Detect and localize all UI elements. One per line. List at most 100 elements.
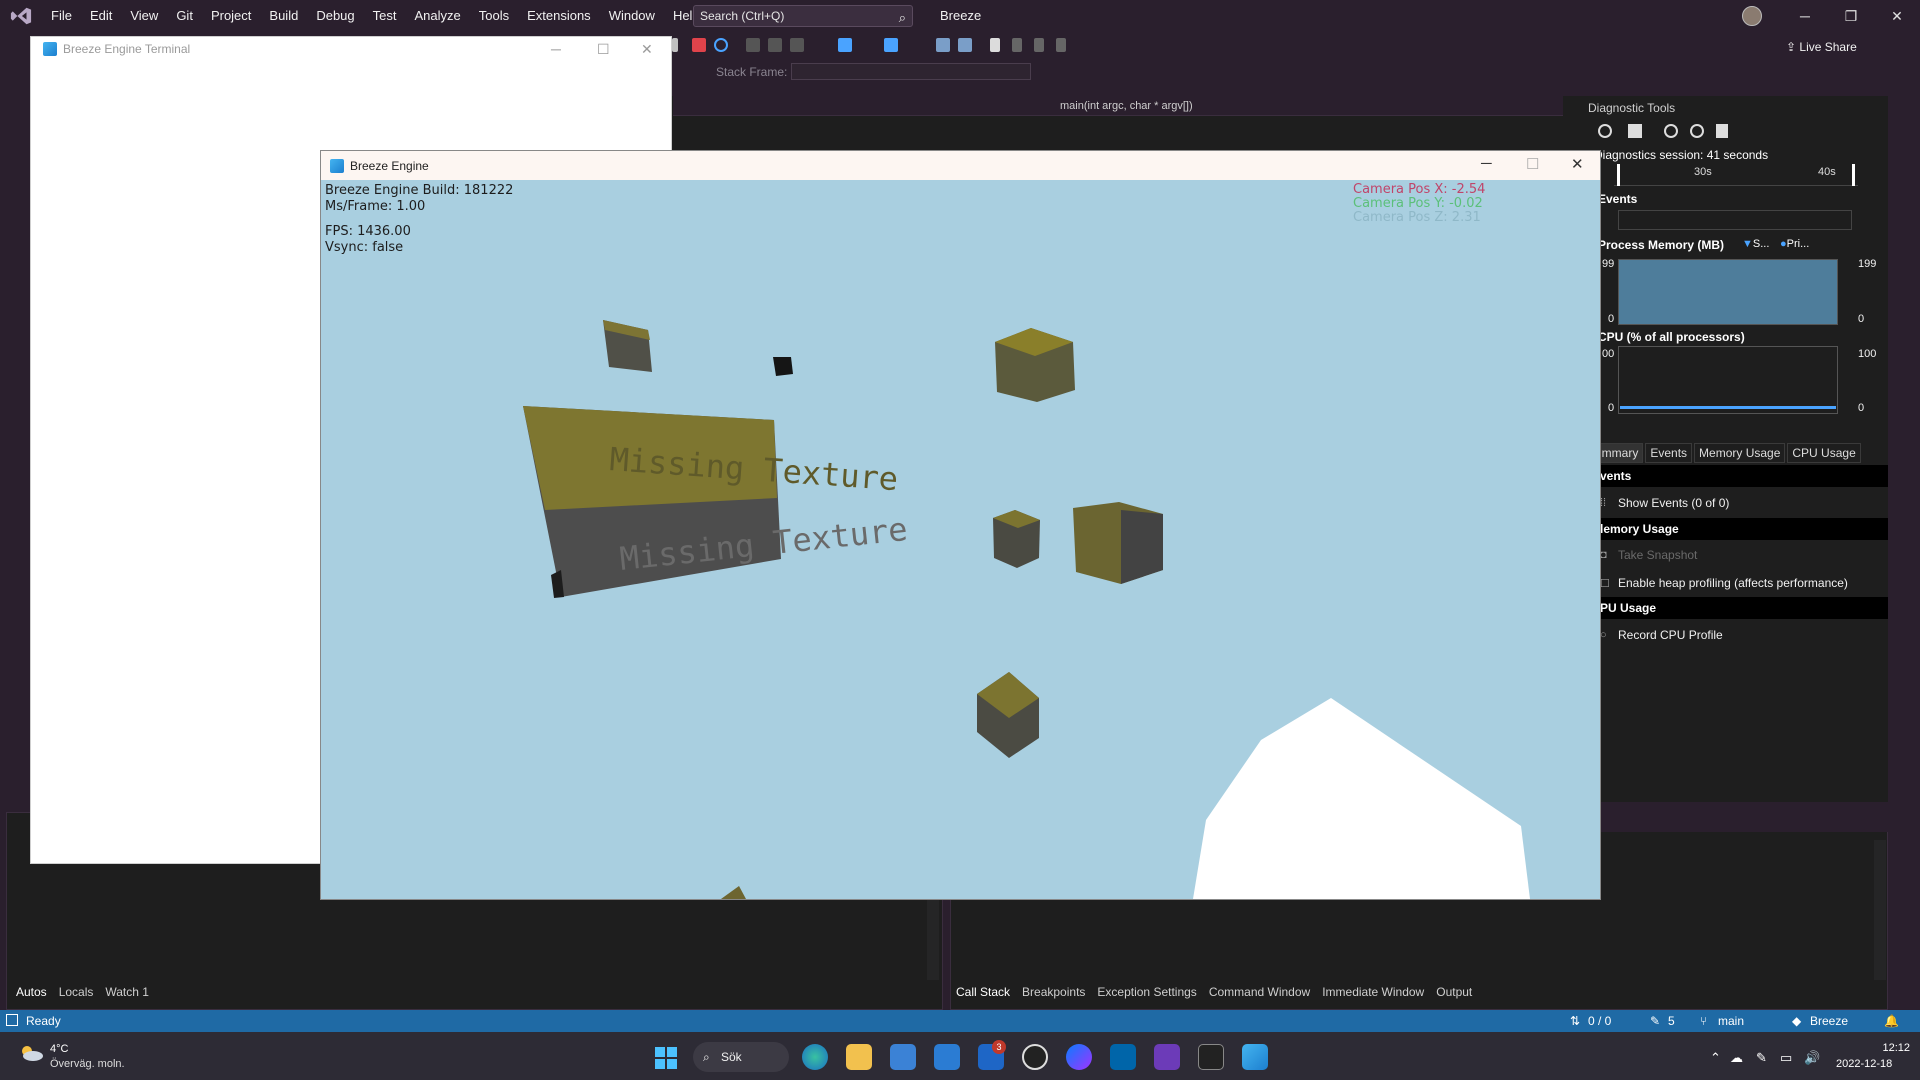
timeline-left-handle[interactable] xyxy=(1617,164,1620,186)
engine-window[interactable]: Breeze Engine ─ ☐ ✕ Missing Texture Miss… xyxy=(320,150,1601,900)
step-out-icon[interactable] xyxy=(790,38,804,52)
tab-watch-1[interactable]: Watch 1 xyxy=(99,985,155,999)
menu-build[interactable]: Build xyxy=(260,0,307,32)
take-snapshot-button[interactable]: Take Snapshot xyxy=(1618,548,1697,562)
checkbox-icon[interactable]: ☐ xyxy=(1600,577,1610,590)
menu-edit[interactable]: Edit xyxy=(81,0,121,32)
zoom-in-icon[interactable] xyxy=(1664,124,1678,138)
reset-view-icon[interactable] xyxy=(1716,124,1728,138)
menu-extensions[interactable]: Extensions xyxy=(518,0,600,32)
menu-debug[interactable]: Debug xyxy=(307,0,363,32)
menu-view[interactable]: View xyxy=(121,0,167,32)
vs-restore-button[interactable]: ❐ xyxy=(1836,4,1866,28)
restart-icon[interactable] xyxy=(714,38,728,52)
onedrive-icon[interactable]: ☁ xyxy=(1730,1050,1743,1066)
terminal-minimize-button[interactable]: ─ xyxy=(551,41,561,57)
terminal-close-button[interactable]: ✕ xyxy=(641,41,653,58)
uncomment-icon[interactable] xyxy=(958,38,972,52)
tab-immediate-window[interactable]: Immediate Window xyxy=(1316,985,1430,999)
messenger-icon[interactable] xyxy=(1066,1044,1092,1070)
function-dropdown[interactable]: main(int argc, char * argv[]) xyxy=(1030,98,1555,115)
next-bookmark-icon[interactable] xyxy=(1034,38,1044,52)
pen-icon[interactable]: ✎ xyxy=(1756,1050,1767,1066)
tab-call-stack[interactable]: Call Stack xyxy=(950,985,1016,999)
engine-minimize-button[interactable]: ─ xyxy=(1481,155,1492,172)
tray-date[interactable]: 2022-12-18 xyxy=(1836,1058,1892,1070)
windows-start-icon[interactable] xyxy=(654,1046,678,1070)
tab-locals[interactable]: Locals xyxy=(53,985,100,999)
stack-frame-dropdown[interactable] xyxy=(791,63,1031,80)
clear-bookmarks-icon[interactable] xyxy=(1056,38,1066,52)
file-explorer-icon[interactable] xyxy=(846,1044,872,1070)
memory-legend-snapshot[interactable]: ▼S... xyxy=(1742,238,1769,250)
vscode-icon[interactable] xyxy=(1110,1044,1136,1070)
heap-profiling-checkbox-label[interactable]: Enable heap profiling (affects performan… xyxy=(1618,576,1848,590)
tab-memory-usage[interactable]: Memory Usage xyxy=(1694,443,1786,463)
tab-breakpoints[interactable]: Breakpoints xyxy=(1016,985,1091,999)
terminal-titlebar[interactable]: Breeze Engine Terminal xyxy=(31,37,671,61)
weather-cloud-icon[interactable] xyxy=(18,1044,44,1062)
left-pane-scrollbar[interactable] xyxy=(927,900,939,980)
step-into-icon[interactable] xyxy=(746,38,760,52)
menu-tools[interactable]: Tools xyxy=(470,0,518,32)
hex-display-icon[interactable] xyxy=(884,38,898,52)
avatar[interactable] xyxy=(1742,6,1762,26)
engine-close-button[interactable]: ✕ xyxy=(1571,155,1584,173)
menu-file[interactable]: File xyxy=(42,0,81,32)
repo-name[interactable]: Breeze xyxy=(1810,1010,1848,1032)
step-over-icon[interactable] xyxy=(768,38,782,52)
terminal-maximize-button[interactable]: ☐ xyxy=(597,41,610,58)
tab-command-window[interactable]: Command Window xyxy=(1203,985,1316,999)
engine-titlebar[interactable]: Breeze Engine xyxy=(321,151,1600,180)
menu-git[interactable]: Git xyxy=(167,0,202,32)
pause-icon[interactable] xyxy=(672,38,678,52)
vs-close-button[interactable]: ✕ xyxy=(1882,4,1912,28)
network-icon[interactable]: ▭ xyxy=(1780,1050,1792,1066)
engine-maximize-button[interactable]: ☐ xyxy=(1526,155,1539,173)
cpu-usage-chart[interactable] xyxy=(1618,346,1838,414)
tab-cpu-usage[interactable]: CPU Usage xyxy=(1787,443,1861,463)
process-memory-chart[interactable] xyxy=(1618,259,1838,325)
todo-icon[interactable] xyxy=(934,1044,960,1070)
stop-debugging-icon[interactable] xyxy=(692,38,706,52)
menu-window[interactable]: Window xyxy=(600,0,664,32)
vs-search-input[interactable]: Search (Ctrl+Q) ⌕ xyxy=(693,5,913,27)
vs-minimize-button[interactable]: ─ xyxy=(1790,4,1820,28)
right-pane-scrollbar[interactable] xyxy=(1874,840,1886,980)
edits-count[interactable]: 5 xyxy=(1668,1010,1675,1032)
bookmark-icon[interactable] xyxy=(990,38,1000,52)
memory-legend-private[interactable]: ●Pri... xyxy=(1780,238,1809,250)
terminal-icon[interactable] xyxy=(1198,1044,1224,1070)
changes-count[interactable]: 0 / 0 xyxy=(1588,1010,1611,1032)
branch-name[interactable]: main xyxy=(1718,1010,1744,1032)
live-share-button[interactable]: ⇪ Live Share xyxy=(1786,40,1857,54)
menu-analyze[interactable]: Analyze xyxy=(405,0,469,32)
breeze-engine-icon[interactable] xyxy=(1242,1044,1268,1070)
show-events-link[interactable]: Show Events (0 of 0) xyxy=(1618,496,1729,510)
taskbar-search[interactable]: ⌕ Sök xyxy=(693,1042,789,1072)
menu-project[interactable]: Project xyxy=(202,0,260,32)
tab-autos[interactable]: Autos xyxy=(10,985,53,999)
calendar-icon[interactable] xyxy=(890,1044,916,1070)
settings-icon[interactable] xyxy=(1598,124,1612,138)
tab-output[interactable]: Output xyxy=(1430,985,1478,999)
tray-time[interactable]: 12:12 xyxy=(1870,1042,1910,1054)
show-threads-icon[interactable] xyxy=(838,38,852,52)
record-cpu-profile-button[interactable]: Record CPU Profile xyxy=(1618,628,1723,642)
edge-icon[interactable] xyxy=(802,1044,828,1070)
tab-events[interactable]: Events xyxy=(1645,443,1693,463)
media-player-icon[interactable] xyxy=(1022,1044,1048,1070)
menu-test[interactable]: Test xyxy=(364,0,406,32)
prev-bookmark-icon[interactable] xyxy=(1012,38,1022,52)
visual-studio-icon[interactable] xyxy=(1154,1044,1180,1070)
tray-chevron-icon[interactable]: ⌃ xyxy=(1710,1050,1721,1066)
engine-viewport[interactable]: Missing Texture Missing Texture xyxy=(321,180,1600,899)
notifications-icon[interactable]: 🔔 xyxy=(1884,1010,1899,1032)
volume-icon[interactable]: 🔊 xyxy=(1804,1050,1820,1066)
timeline-right-handle[interactable] xyxy=(1852,164,1855,186)
output-icon[interactable] xyxy=(6,1014,18,1026)
visual-studio-logo-icon[interactable] xyxy=(10,5,32,27)
tab-exception-settings[interactable]: Exception Settings xyxy=(1091,985,1202,999)
export-icon[interactable] xyxy=(1628,124,1642,138)
zoom-out-icon[interactable] xyxy=(1690,124,1704,138)
